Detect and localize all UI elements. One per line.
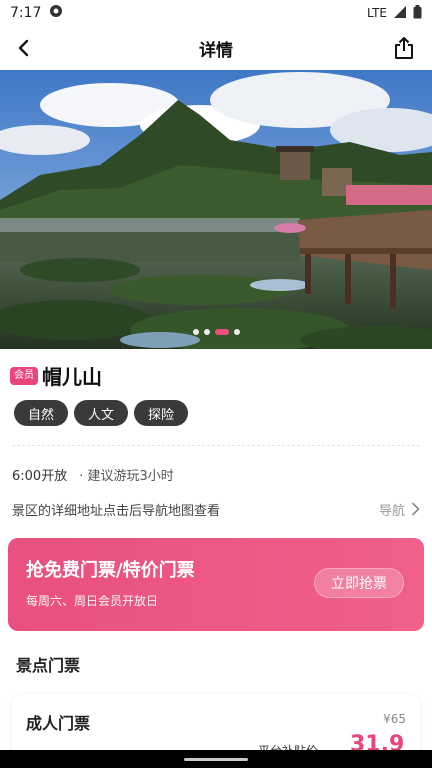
carousel-dot-active[interactable]: [214, 329, 229, 335]
carousel-dot[interactable]: [203, 329, 210, 335]
signal-icon: [393, 5, 407, 22]
carousel-dot[interactable]: [233, 329, 240, 335]
battery-icon: [413, 4, 422, 22]
member-badge: 会员: [10, 366, 38, 385]
open-time: 6:00开放: [12, 469, 68, 484]
section-title-tickets: 景点门票: [16, 656, 81, 675]
chevron-left-icon: [18, 39, 29, 57]
back-button[interactable]: [10, 34, 38, 62]
tag-list: 自然 人文 探险: [14, 400, 189, 426]
place-title-row: 会员 帽儿山: [10, 361, 102, 390]
ticket-original-price: ¥65: [383, 712, 406, 726]
place-name: 帽儿山: [42, 365, 102, 389]
tag-nature: 自然: [14, 400, 69, 426]
carousel-indicator[interactable]: [0, 329, 432, 335]
share-icon: [395, 37, 413, 59]
carousel-dot[interactable]: [192, 329, 199, 335]
status-bar: 7:17 LTE: [0, 0, 432, 26]
chevron-right-icon: [412, 502, 420, 516]
tag-culture: 人文: [74, 400, 129, 426]
hero-photo-carousel[interactable]: [0, 70, 432, 349]
grab-ticket-button[interactable]: 立即抢票: [314, 568, 404, 598]
ticket-name: 成人门票: [26, 714, 91, 733]
tag-adventure: 探险: [134, 400, 189, 426]
promo-banner[interactable]: 抢免费门票/特价门票 每周六、周日会员开放日 立即抢票: [8, 538, 424, 631]
address-row[interactable]: 景区的详细地址点击后导航地图查看 导航: [12, 498, 420, 520]
address-hint: 景区的详细地址点击后导航地图查看: [12, 503, 221, 519]
share-button[interactable]: [390, 34, 418, 62]
divider: [12, 445, 420, 446]
navigate-button[interactable]: 导航: [379, 500, 420, 519]
navigate-label: 导航: [378, 503, 405, 519]
scenic-photo: [0, 70, 432, 349]
status-time: 7:17: [10, 5, 42, 21]
visit-suggestion: · 建议游玩3小时: [79, 469, 174, 484]
home-indicator[interactable]: [184, 758, 248, 761]
network-label: LTE: [367, 6, 387, 20]
notification-icon: [49, 4, 63, 22]
page-title: 详情: [199, 40, 233, 61]
top-nav-bar: 详情: [0, 26, 432, 70]
opening-info: 6:00开放 · 建议游玩3小时: [12, 465, 174, 484]
